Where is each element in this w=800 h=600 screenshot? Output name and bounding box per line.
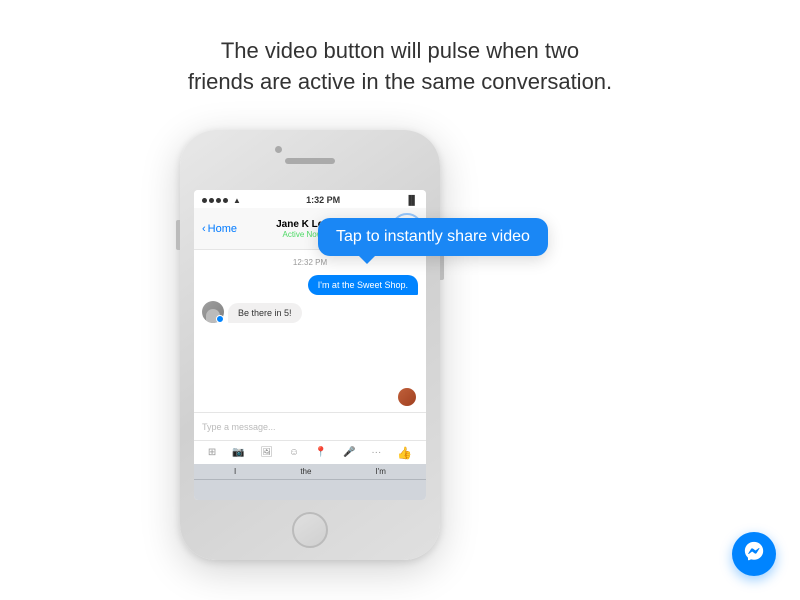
- camera-icon[interactable]: 📷: [232, 447, 244, 458]
- home-button[interactable]: [292, 512, 328, 548]
- phone-mockup: ▲ 1:32 PM ▐▌ ‹ Home Jane K Lee Activ: [180, 130, 440, 560]
- side-button-left: [176, 220, 180, 250]
- suggestion-1[interactable]: I: [234, 467, 236, 476]
- incoming-message: Be there in 5!: [202, 301, 418, 323]
- wifi-icon: ▲: [233, 196, 241, 205]
- avatar-active-badge: [216, 315, 224, 323]
- chat-timestamp: 12:32 PM: [202, 258, 418, 267]
- outgoing-bubble: I'm at the Sweet Shop.: [308, 275, 418, 295]
- camera-dot: [275, 146, 282, 153]
- like-button[interactable]: 👍: [397, 446, 412, 460]
- emoji-icon[interactable]: ☺: [289, 447, 299, 458]
- tooltip-bubble: Tap to instantly share video: [318, 218, 548, 256]
- signal-dots: ▲: [202, 196, 241, 205]
- avatar-right: [398, 388, 416, 406]
- tooltip-text: Tap to instantly share video: [336, 228, 530, 245]
- mic-icon[interactable]: 🎤: [343, 447, 355, 458]
- nav-back-button[interactable]: ‹ Home: [202, 223, 237, 235]
- status-time: 1:32 PM: [306, 195, 340, 205]
- suggestion-2[interactable]: the: [300, 467, 311, 476]
- keyboard-suggestions: I the I'm: [194, 464, 426, 480]
- message-input-bar[interactable]: Type a message...: [194, 412, 426, 440]
- incoming-bubble: Be there in 5!: [228, 303, 302, 323]
- dot-1: [202, 198, 207, 203]
- outgoing-message: I'm at the Sweet Shop.: [202, 275, 418, 295]
- battery-area: ▐▌: [405, 195, 418, 205]
- dot-2: [209, 198, 214, 203]
- chat-area: 12:32 PM I'm at the Sweet Shop. Be there…: [194, 250, 426, 412]
- suggestion-3[interactable]: I'm: [376, 467, 386, 476]
- dot-3: [216, 198, 221, 203]
- messenger-icon: [743, 540, 765, 568]
- keyboard: I the I'm: [194, 464, 426, 500]
- message-input-placeholder[interactable]: Type a message...: [202, 422, 418, 432]
- apps-icon[interactable]: ⊞: [208, 447, 216, 458]
- dot-4: [223, 198, 228, 203]
- speaker-slot: [285, 158, 335, 164]
- location-icon[interactable]: 📍: [315, 447, 327, 458]
- battery-icon: ▐▌: [405, 195, 418, 205]
- nav-back-label[interactable]: Home: [208, 223, 237, 235]
- back-chevron-icon: ‹: [202, 223, 206, 235]
- status-bar: ▲ 1:32 PM ▐▌: [194, 190, 426, 208]
- messenger-fab[interactable]: [732, 532, 776, 576]
- dots-icon[interactable]: ···: [371, 447, 381, 458]
- phone-body: ▲ 1:32 PM ▐▌ ‹ Home Jane K Lee Activ: [180, 130, 440, 560]
- main-heading: The video button will pulse when two fri…: [0, 0, 800, 98]
- image-icon[interactable]: 🖼: [260, 447, 273, 458]
- bottom-action-icons: ⊞ 📷 🖼 ☺ 📍 🎤 ··· 👍: [194, 440, 426, 464]
